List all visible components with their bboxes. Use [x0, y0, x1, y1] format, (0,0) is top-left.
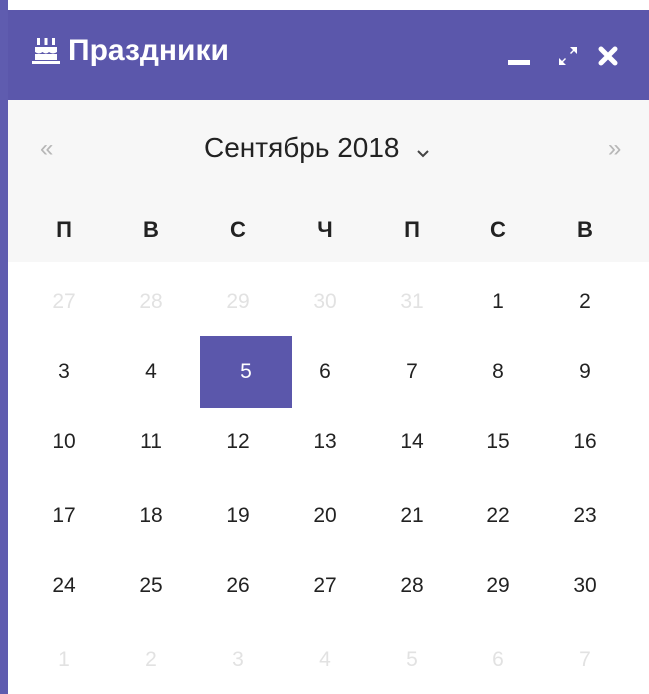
- calendar-day[interactable]: 8: [468, 352, 528, 392]
- prev-month-button[interactable]: «: [40, 136, 53, 162]
- calendar-day[interactable]: 30: [555, 566, 615, 606]
- holidays-widget: Праздники « Сентябрь 2018 » П В С Ч П С …: [0, 0, 649, 694]
- calendar-day[interactable]: 2: [555, 282, 615, 322]
- weekday-label: С: [490, 217, 506, 242]
- calendar-day[interactable]: 20: [295, 496, 355, 536]
- chevron-down-icon: [416, 133, 430, 167]
- calendar-day[interactable]: 26: [208, 566, 268, 606]
- calendar-day[interactable]: 19: [208, 496, 268, 536]
- calendar-day[interactable]: 12: [208, 422, 268, 462]
- calendar-day-other-month[interactable]: 30: [295, 282, 355, 322]
- calendar-day[interactable]: 3: [34, 352, 94, 392]
- calendar-day-other-month[interactable]: 27: [34, 282, 94, 322]
- widget-title: Праздники: [68, 34, 229, 67]
- calendar-day-other-month[interactable]: 28: [121, 282, 181, 322]
- calendar-day-other-month[interactable]: 29: [208, 282, 268, 322]
- widget-left-border: [0, 0, 8, 694]
- month-year-selector[interactable]: Сентябрь 2018: [204, 131, 430, 167]
- calendar-day-other-month[interactable]: 2: [121, 640, 181, 680]
- weekday-label: В: [577, 217, 593, 242]
- maximize-icon[interactable]: [556, 44, 580, 68]
- calendar-day[interactable]: 14: [382, 422, 442, 462]
- widget-titlebar: Праздники: [8, 10, 649, 100]
- next-month-button[interactable]: »: [608, 136, 621, 162]
- calendar-day-other-month[interactable]: 7: [555, 640, 615, 680]
- calendar-day[interactable]: 27: [295, 566, 355, 606]
- calendar-day-other-month[interactable]: 31: [382, 282, 442, 322]
- calendar-day[interactable]: 25: [121, 566, 181, 606]
- weekday-label: С: [230, 217, 246, 242]
- weekday-label: В: [143, 217, 159, 242]
- calendar-day-other-month[interactable]: 6: [468, 640, 528, 680]
- weekday-label: П: [404, 217, 420, 242]
- calendar-day[interactable]: 1: [468, 282, 528, 322]
- calendar-day-other-month[interactable]: 5: [382, 640, 442, 680]
- calendar-day[interactable]: 28: [382, 566, 442, 606]
- calendar-day[interactable]: 21: [382, 496, 442, 536]
- calendar-day-other-month[interactable]: 1: [34, 640, 94, 680]
- calendar-day[interactable]: 13: [295, 422, 355, 462]
- calendar-day[interactable]: 18: [121, 496, 181, 536]
- calendar-day-selected[interactable]: 5: [216, 352, 276, 392]
- close-icon[interactable]: [596, 44, 620, 68]
- calendar-day[interactable]: 29: [468, 566, 528, 606]
- calendar-day[interactable]: 6: [295, 352, 355, 392]
- calendar-day[interactable]: 22: [468, 496, 528, 536]
- calendar-day[interactable]: 23: [555, 496, 615, 536]
- calendar-day[interactable]: 17: [34, 496, 94, 536]
- weekday-label: Ч: [317, 217, 333, 242]
- calendar-day[interactable]: 15: [468, 422, 528, 462]
- calendar-day[interactable]: 4: [121, 352, 181, 392]
- calendar-day[interactable]: 16: [555, 422, 615, 462]
- cake-icon: [32, 38, 60, 64]
- calendar-day[interactable]: 9: [555, 352, 615, 392]
- calendar-day[interactable]: 7: [382, 352, 442, 392]
- minimize-icon[interactable]: [508, 60, 530, 68]
- calendar-day-other-month[interactable]: 3: [208, 640, 268, 680]
- month-year-label: Сентябрь 2018: [204, 132, 400, 163]
- weekday-header-row: П В С Ч П С В: [8, 213, 649, 247]
- weekday-label: П: [56, 217, 72, 242]
- calendar-day[interactable]: 24: [34, 566, 94, 606]
- calendar-day[interactable]: 10: [34, 422, 94, 462]
- calendar-day[interactable]: 11: [121, 422, 181, 462]
- calendar-day-other-month[interactable]: 4: [295, 640, 355, 680]
